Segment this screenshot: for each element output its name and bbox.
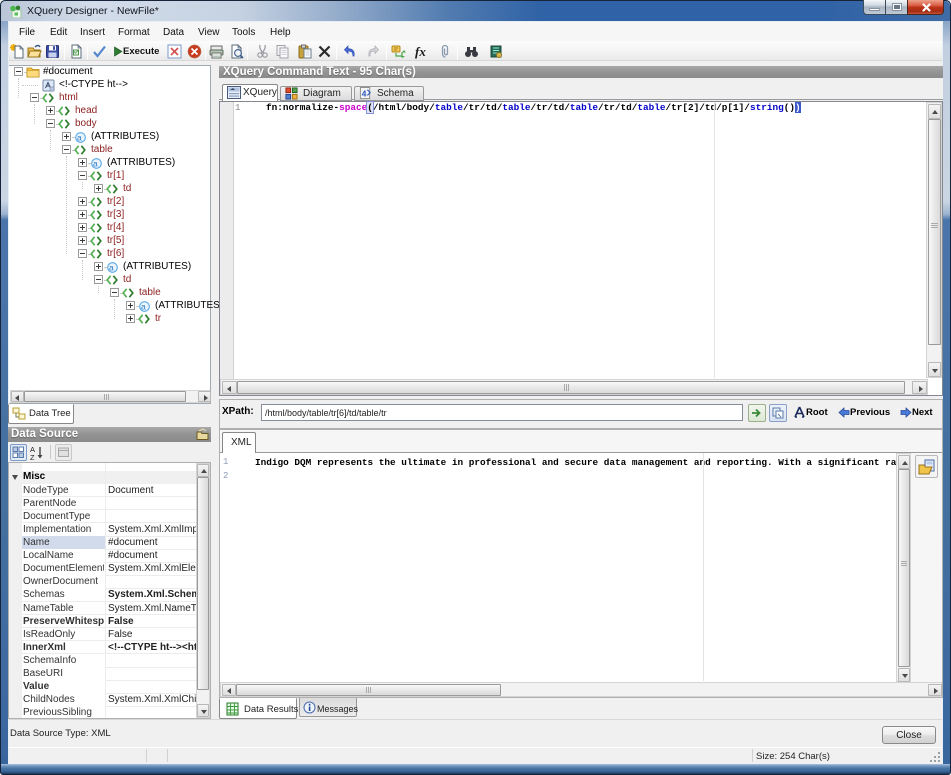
svg-text:a: a xyxy=(141,302,146,312)
svg-text:fx: fx xyxy=(415,44,426,59)
svg-text:Z: Z xyxy=(30,453,35,461)
svg-text:a: a xyxy=(109,263,114,273)
svg-text:4: 4 xyxy=(362,88,367,98)
svg-text:a: a xyxy=(93,159,98,169)
svg-text:a: a xyxy=(77,133,82,143)
